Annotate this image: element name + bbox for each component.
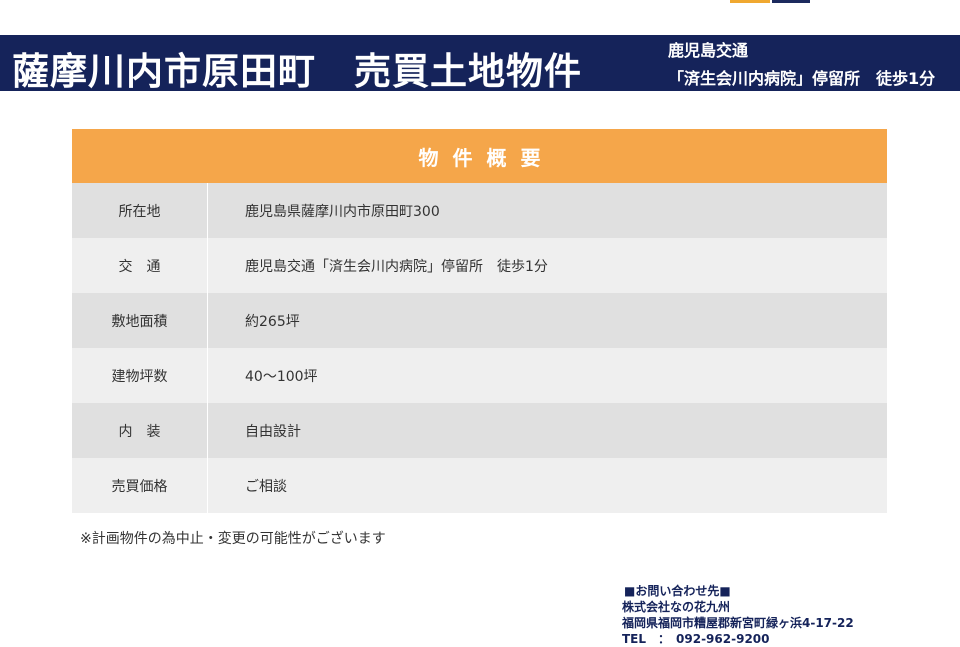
row-label: 交 通 — [72, 238, 208, 293]
top-accent-bar — [730, 0, 810, 3]
row-label: 売買価格 — [72, 458, 208, 513]
row-value: 自由設計 — [245, 423, 301, 440]
accent-navy — [772, 0, 810, 3]
row-label: 敷地面積 — [72, 293, 208, 348]
table-row-transport: 交 通 鹿児島交通「済生会川内病院」停留所 徒歩1分 — [72, 238, 887, 293]
table-row-building-area: 建物坪数 40〜100坪 — [72, 348, 887, 403]
page-title: 薩摩川内市原田町 売買土地物件 — [12, 50, 582, 93]
row-label: 建物坪数 — [72, 348, 208, 403]
disclaimer-note: ※計画物件の為中止・変更の可能性がございます — [80, 531, 386, 547]
property-summary-table: 物件概要 所在地 鹿児島県薩摩川内市原田町300 交 通 鹿児島交通「済生会川内… — [72, 129, 887, 513]
row-value: 鹿児島交通「済生会川内病院」停留所 徒歩1分 — [245, 258, 548, 275]
row-value: 約265坪 — [245, 313, 300, 330]
table-row-price: 売買価格 ご相談 — [72, 458, 887, 513]
transport-company: 鹿児島交通 — [668, 41, 749, 60]
row-label: 所在地 — [72, 183, 208, 238]
table-row-interior: 内 装 自由設計 — [72, 403, 887, 458]
transport-stop: 「済生会川内病院」停留所 徒歩1分 — [668, 69, 936, 88]
row-label: 内 装 — [72, 403, 208, 458]
table-header: 物件概要 — [72, 129, 887, 183]
row-value: 鹿児島県薩摩川内市原田町300 — [245, 203, 440, 220]
row-value: ご相談 — [245, 478, 287, 495]
contact-company: 株式会社なの花九州 — [622, 600, 731, 614]
contact-tel: TEL ： 092-962-9200 — [622, 632, 770, 646]
table-row-land-area: 敷地面積 約265坪 — [72, 293, 887, 348]
contact-address: 福岡県福岡市糟屋郡新宮町緑ヶ浜4-17-22 — [622, 616, 854, 630]
accent-orange — [730, 0, 770, 3]
row-value: 40〜100坪 — [245, 368, 318, 385]
contact-heading: ■お問い合わせ先■ — [624, 584, 731, 598]
title-banner: 薩摩川内市原田町 売買土地物件 鹿児島交通 「済生会川内病院」停留所 徒歩1分 — [0, 35, 960, 93]
contact-block: ■お問い合わせ先■ 株式会社なの花九州 福岡県福岡市糟屋郡新宮町緑ヶ浜4-17-… — [622, 583, 854, 647]
table-row-location: 所在地 鹿児島県薩摩川内市原田町300 — [72, 183, 887, 238]
